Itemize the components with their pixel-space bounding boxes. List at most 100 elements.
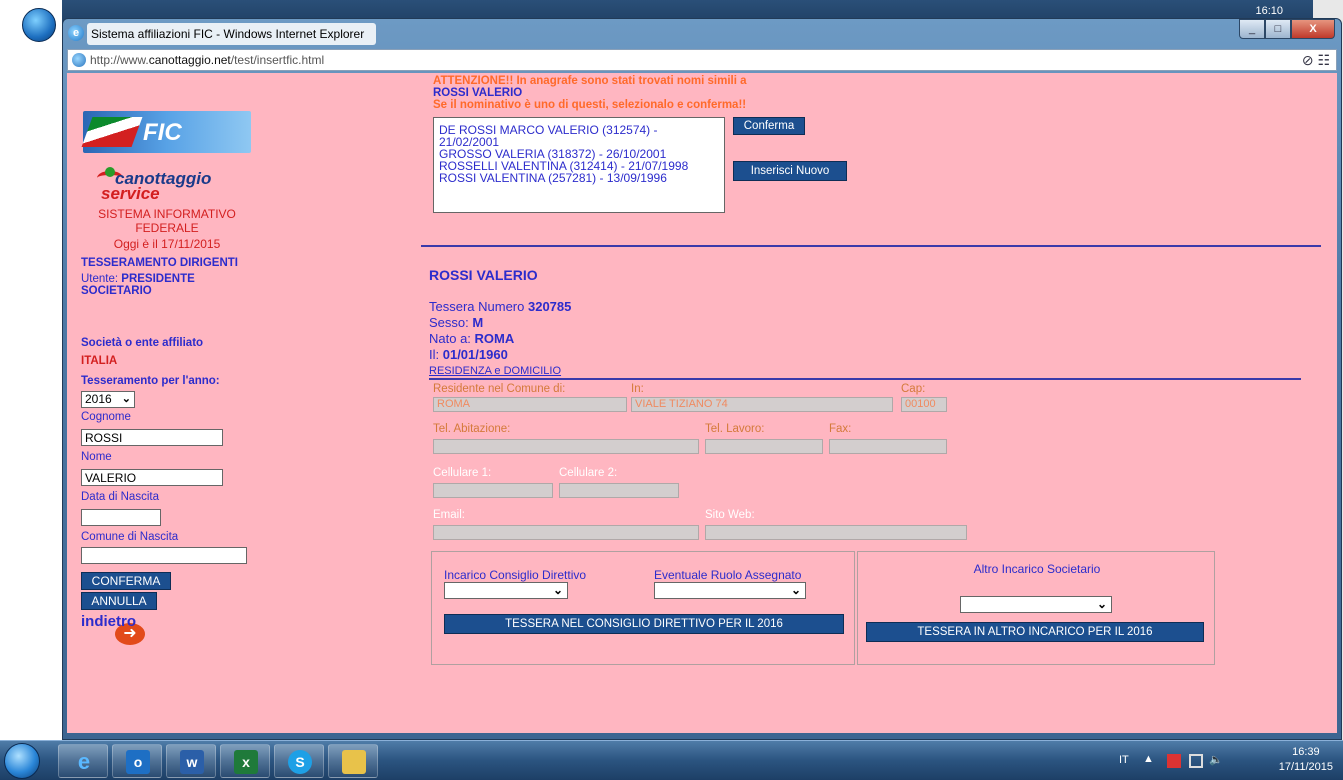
candidates-listbox[interactable]: DE ROSSI MARCO VALERIO (312574) - 21/02/… bbox=[433, 117, 725, 213]
society-label: Società o ente affiliato bbox=[81, 337, 204, 349]
cap-field[interactable]: 00100 bbox=[901, 397, 947, 412]
url-text[interactable]: http://www.canottaggio.net/test/insertfi… bbox=[90, 53, 324, 67]
fic-logo: FIC bbox=[81, 111, 251, 153]
background-clock: 16:10 bbox=[1255, 5, 1283, 17]
warning-name: ROSSI VALERIO bbox=[433, 87, 523, 99]
tel-lavoro-field[interactable] bbox=[705, 439, 823, 454]
tel-abitazione-label: Tel. Abitazione: bbox=[433, 423, 511, 435]
tessera-info: Tessera Numero 320785 bbox=[429, 299, 571, 314]
comune-nascita-field[interactable] bbox=[81, 547, 247, 564]
taskbar-excel[interactable]: x bbox=[220, 744, 270, 778]
warning-text: ATTENZIONE!! In anagrafe sono stati trov… bbox=[433, 75, 747, 87]
today-date: Oggi è il 17/11/2015 bbox=[113, 237, 221, 251]
il-label: Il: bbox=[429, 347, 443, 362]
sidebar: FIC canottaggio service SISTEMA INFORMAT… bbox=[67, 73, 267, 733]
email-field[interactable] bbox=[433, 525, 699, 540]
person-name: ROSSI VALERIO bbox=[429, 267, 538, 283]
consiglio-select[interactable]: ⌄ bbox=[444, 582, 568, 599]
back-link[interactable]: ➜ indietro bbox=[81, 613, 161, 647]
address-bar[interactable]: http://www.canottaggio.net/test/insertfi… bbox=[67, 49, 1337, 71]
consiglio-label: Incarico Consiglio Direttivo bbox=[444, 568, 587, 582]
flag-icon bbox=[81, 117, 143, 147]
tessera-label: Tessera Numero bbox=[429, 299, 528, 314]
system-name: SISTEMA INFORMATIVO FEDERALE bbox=[67, 207, 267, 235]
cellulare1-field[interactable] bbox=[433, 483, 553, 498]
conferma-button[interactable]: Conferma bbox=[733, 117, 805, 135]
comune-field[interactable]: ROMA bbox=[433, 397, 627, 412]
language-indicator[interactable]: IT bbox=[1119, 754, 1129, 766]
volume-icon[interactable]: 🔈 bbox=[1209, 753, 1223, 766]
cellulare2-field[interactable] bbox=[559, 483, 679, 498]
taskbar-outlook[interactable]: o bbox=[112, 744, 162, 778]
sesso-info: Sesso: M bbox=[429, 315, 483, 330]
nato-info: Nato a: ROMA bbox=[429, 331, 514, 346]
minimize-button[interactable]: _ bbox=[1239, 19, 1265, 39]
canottaggio-service-logo: canottaggio service bbox=[97, 167, 257, 203]
maximize-button[interactable]: □ bbox=[1265, 19, 1291, 39]
desktop-left-edge bbox=[0, 0, 62, 740]
sito-web-label: Sito Web: bbox=[705, 509, 755, 521]
cognome-field[interactable]: ROSSI bbox=[81, 429, 223, 446]
ie-icon: e bbox=[77, 749, 91, 774]
year-select[interactable]: 2016 ⌄ bbox=[81, 391, 135, 408]
cancel-button[interactable]: ANNULLA bbox=[81, 592, 157, 610]
fic-logo-text: FIC bbox=[143, 119, 182, 146]
sesso-value: M bbox=[472, 315, 484, 330]
cognome-label: Cognome bbox=[81, 411, 131, 423]
fax-label: Fax: bbox=[829, 423, 852, 435]
taskbar-explorer[interactable] bbox=[328, 744, 378, 778]
data-nascita-field[interactable] bbox=[81, 509, 161, 526]
title-bar[interactable]: e Sistema affiliazioni FIC - Windows Int… bbox=[63, 19, 1341, 47]
consiglio-panel: Incarico Consiglio Direttivo ⌄ Eventuale… bbox=[431, 551, 855, 665]
tessera-value: 320785 bbox=[527, 299, 572, 314]
start-button[interactable] bbox=[4, 743, 40, 779]
taskbar-word[interactable]: w bbox=[166, 744, 216, 778]
clock[interactable]: 16:39 17/11/2015 bbox=[1279, 745, 1333, 775]
user-info: Utente: PRESIDENTE bbox=[81, 273, 195, 285]
section-title: TESSERAMENTO DIRIGENTI bbox=[81, 257, 238, 269]
tel-lavoro-label: Tel. Lavoro: bbox=[705, 423, 765, 435]
in-label: In: bbox=[631, 383, 644, 395]
tessera-altro-button[interactable]: TESSERA IN ALTRO INCARICO PER IL 2016 bbox=[866, 622, 1204, 642]
divider bbox=[421, 245, 1321, 247]
taskbar-skype[interactable]: S bbox=[274, 744, 324, 778]
back-link-text: indietro bbox=[81, 613, 136, 630]
cap-label: Cap: bbox=[901, 383, 926, 395]
indirizzo-field[interactable]: VIALE TIZIANO 74 bbox=[631, 397, 893, 412]
list-item[interactable]: ROSSI VALENTINA (257281) - 13/09/1996 bbox=[439, 172, 719, 184]
fax-field[interactable] bbox=[829, 439, 947, 454]
altro-select[interactable]: ⌄ bbox=[960, 596, 1112, 613]
tel-abitazione-field[interactable] bbox=[433, 439, 699, 454]
data-nascita-label: Data di Nascita bbox=[81, 491, 159, 503]
taskbar: e o w x S IT ▲ 🔈 16:39 17/11/2015 bbox=[0, 740, 1343, 780]
outlook-icon: o bbox=[126, 750, 150, 774]
email-label: Email: bbox=[433, 509, 465, 521]
taskbar-ie[interactable]: e bbox=[58, 744, 108, 778]
inserisci-nuovo-button[interactable]: Inserisci Nuovo bbox=[733, 161, 847, 181]
system-name-line1: SISTEMA INFORMATIVO bbox=[98, 207, 236, 221]
window-controls: _ □ X bbox=[1239, 19, 1335, 39]
il-value: 01/01/1960 bbox=[442, 347, 508, 362]
ie-window: e Sistema affiliazioni FIC - Windows Int… bbox=[62, 18, 1342, 740]
residenza-title: RESIDENZA e DOMICILIO bbox=[429, 365, 562, 377]
list-item[interactable]: DE ROSSI MARCO VALERIO (312574) - 21/02/… bbox=[439, 124, 719, 148]
tray-expand-icon[interactable]: ▲ bbox=[1143, 753, 1154, 765]
compatibility-icon[interactable]: ⊘ ☷ bbox=[1302, 52, 1330, 69]
user-value: PRESIDENTE bbox=[121, 273, 195, 285]
nato-label: Nato a: bbox=[429, 331, 475, 346]
close-button[interactable]: X bbox=[1291, 19, 1335, 39]
clock-date: 17/11/2015 bbox=[1278, 761, 1333, 773]
user-label: Utente: bbox=[81, 273, 122, 285]
data-info: Il: 01/01/1960 bbox=[429, 347, 508, 362]
confirm-button[interactable]: CONFERMA bbox=[81, 572, 171, 590]
sito-web-field[interactable] bbox=[705, 525, 967, 540]
nome-field[interactable]: VALERIO bbox=[81, 469, 223, 486]
ruolo-label: Eventuale Ruolo Assegnato bbox=[654, 568, 802, 582]
nato-value: ROMA bbox=[474, 331, 515, 346]
chevron-down-icon: ⌄ bbox=[1096, 597, 1107, 611]
tessera-consiglio-button[interactable]: TESSERA NEL CONSIGLIO DIRETTIVO PER IL 2… bbox=[444, 614, 844, 634]
ruolo-select[interactable]: ⌄ bbox=[654, 582, 806, 599]
network-icon[interactable] bbox=[1189, 754, 1203, 768]
action-center-icon[interactable] bbox=[1167, 754, 1181, 768]
user-value-line2: SOCIETARIO bbox=[81, 285, 152, 297]
